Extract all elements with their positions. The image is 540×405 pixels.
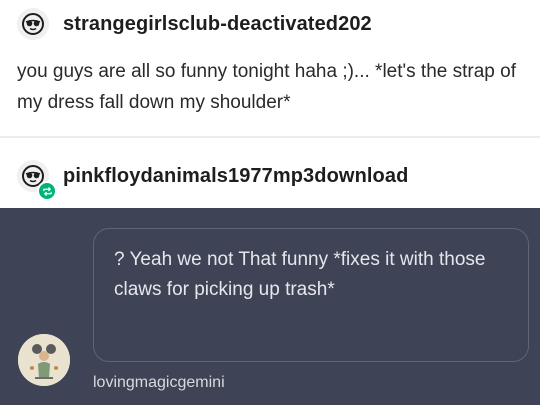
comment-text: ? Yeah we not That funny *fixes it with …	[114, 249, 486, 300]
sunglasses-face-icon	[22, 13, 44, 35]
comment-bubble: ? Yeah we not That funny *fixes it with …	[93, 228, 529, 362]
reblog-username[interactable]: pinkfloydanimals1977mp3download	[63, 165, 408, 188]
avatar[interactable]	[17, 160, 57, 201]
divider	[0, 136, 540, 138]
avatar[interactable]	[17, 8, 49, 40]
reblog-header: pinkfloydanimals1977mp3download	[17, 160, 408, 201]
commenter-avatar[interactable]	[18, 334, 70, 386]
post-header: strangegirlsclub-deactivated202	[17, 8, 372, 40]
post-username[interactable]: strangegirlsclub-deactivated202	[63, 13, 372, 36]
reblog-icon	[42, 186, 52, 196]
comment-panel: ? Yeah we not That funny *fixes it with …	[0, 208, 540, 405]
commenter-username[interactable]: lovingmagicgemini	[93, 374, 225, 392]
reblog-badge	[37, 181, 57, 201]
post-text: you guys are all so funny tonight haha ;…	[17, 61, 516, 113]
figure-illustration-icon	[18, 334, 70, 386]
